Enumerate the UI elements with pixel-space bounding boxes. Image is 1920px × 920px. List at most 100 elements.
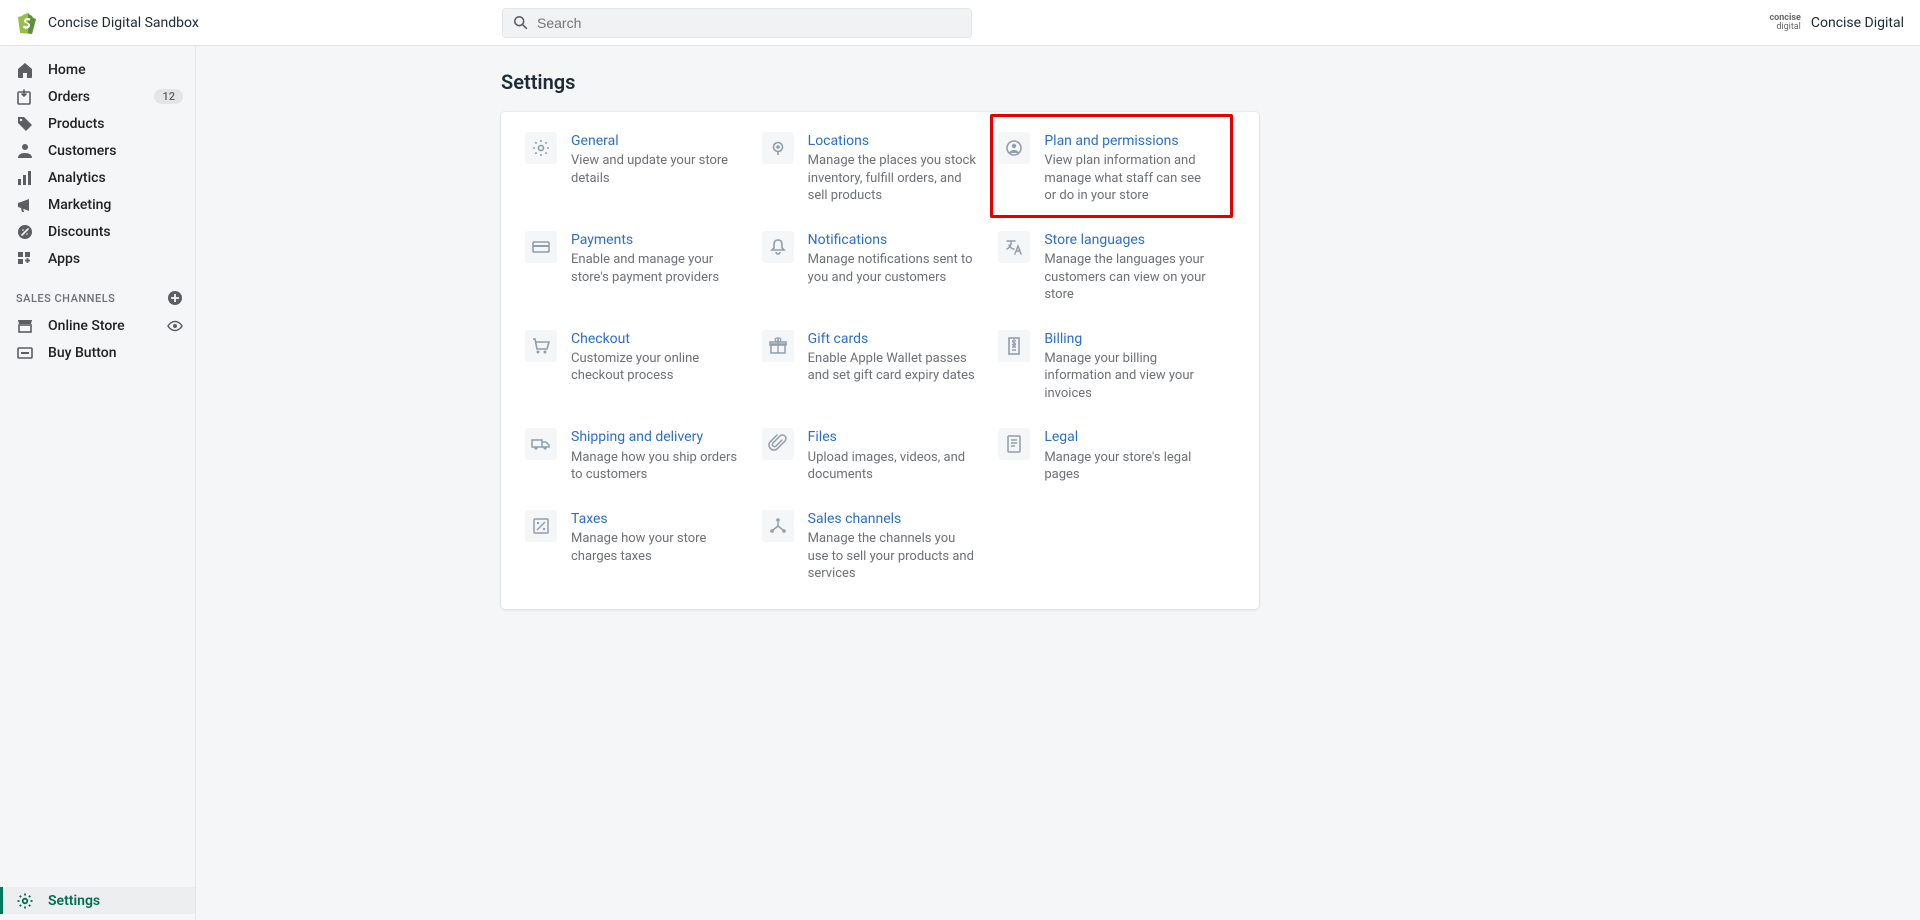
tag-icon	[16, 115, 34, 133]
setting-title[interactable]: Notifications	[808, 231, 978, 249]
setting-description: Manage notifications sent to you and you…	[808, 251, 978, 286]
setting-title[interactable]: Sales channels	[808, 510, 978, 528]
person-icon	[16, 142, 34, 160]
paperclip-icon	[762, 428, 794, 460]
sidebar-item-apps[interactable]: Apps	[0, 245, 195, 272]
setting-payments[interactable]: Payments Enable and manage your store's p…	[525, 231, 762, 304]
apps-icon	[16, 250, 34, 268]
sidebar-item-products[interactable]: Products	[0, 110, 195, 137]
setting-legal[interactable]: Legal Manage your store's legal pages	[998, 428, 1235, 483]
account-menu[interactable]: concise digital Concise Digital	[1769, 14, 1904, 32]
sidebar-item-buy_button[interactable]: Buy Button	[0, 339, 195, 366]
setting-description: Manage how your store charges taxes	[571, 530, 741, 565]
setting-general[interactable]: General View and update your store detail…	[525, 132, 762, 205]
gear-icon	[16, 892, 34, 910]
setting-title[interactable]: Plan and permissions	[1044, 132, 1214, 150]
setting-title[interactable]: Payments	[571, 231, 741, 249]
sidebar-item-label: Settings	[48, 893, 100, 909]
sidebar-item-discounts[interactable]: Discounts	[0, 218, 195, 245]
sidebar-item-customers[interactable]: Customers	[0, 137, 195, 164]
orders-icon	[16, 88, 34, 106]
sidebar-item-label: Buy Button	[48, 345, 117, 361]
sidebar-item-label: Home	[48, 62, 86, 78]
megaphone-icon	[16, 196, 34, 214]
setting-title[interactable]: Store languages	[1044, 231, 1214, 249]
channels-icon	[762, 510, 794, 542]
sidebar-item-orders[interactable]: Orders12	[0, 83, 195, 110]
translate-icon	[998, 231, 1030, 263]
setting-description: Manage how you ship orders to customers	[571, 449, 741, 484]
shopify-logo-icon	[16, 12, 36, 34]
sidebar-item-marketing[interactable]: Marketing	[0, 191, 195, 218]
setting-description: View plan information and manage what st…	[1044, 152, 1214, 205]
settings-card: General View and update your store detail…	[501, 112, 1259, 609]
pin-icon	[762, 132, 794, 164]
setting-description: Manage the channels you use to sell your…	[808, 530, 978, 583]
setting-description: Upload images, videos, and documents	[808, 449, 978, 484]
sidebar-item-home[interactable]: Home	[0, 56, 195, 83]
search-icon	[513, 15, 529, 31]
setting-shipping[interactable]: Shipping and delivery Manage how you ship…	[525, 428, 762, 483]
sidebar-item-label: Analytics	[48, 170, 106, 186]
add-channel-icon[interactable]	[167, 290, 183, 306]
usercircle-icon	[998, 132, 1030, 164]
sidebar-item-label: Discounts	[48, 224, 111, 240]
gift-icon	[762, 330, 794, 362]
search-input[interactable]	[537, 15, 961, 31]
setting-title[interactable]: Files	[808, 428, 978, 446]
sidebar-badge: 12	[154, 89, 183, 104]
percent-icon	[525, 510, 557, 542]
setting-notifications[interactable]: Notifications Manage notifications sent t…	[762, 231, 999, 304]
analytics-icon	[16, 169, 34, 187]
setting-title[interactable]: Gift cards	[808, 330, 978, 348]
truck-icon	[525, 428, 557, 460]
setting-title[interactable]: Locations	[808, 132, 978, 150]
setting-locations[interactable]: Locations Manage the places you stock inv…	[762, 132, 999, 205]
cart-icon	[525, 330, 557, 362]
setting-title[interactable]: General	[571, 132, 741, 150]
setting-description: Manage your billing information and view…	[1044, 350, 1214, 403]
sidebar-item-label: Customers	[48, 143, 116, 159]
setting-description: Customize your online checkout process	[571, 350, 741, 385]
setting-description: Manage your store's legal pages	[1044, 449, 1214, 484]
setting-languages[interactable]: Store languages Manage the languages your…	[998, 231, 1235, 304]
setting-title[interactable]: Taxes	[571, 510, 741, 528]
setting-title[interactable]: Legal	[1044, 428, 1214, 446]
eye-icon[interactable]	[167, 318, 183, 334]
setting-files[interactable]: Files Upload images, videos, and document…	[762, 428, 999, 483]
setting-title[interactable]: Checkout	[571, 330, 741, 348]
setting-description: Enable and manage your store's payment p…	[571, 251, 741, 286]
sales-channels-header: SALES CHANNELS	[16, 292, 115, 305]
setting-description: View and update your store details	[571, 152, 741, 187]
discount-icon	[16, 223, 34, 241]
sidebar-item-online_store[interactable]: Online Store	[0, 312, 195, 339]
sidebar-item-label: Marketing	[48, 197, 111, 213]
sidebar-item-label: Apps	[48, 251, 80, 267]
home-icon	[16, 61, 34, 79]
account-logo: concise digital	[1769, 14, 1800, 32]
top-bar: Concise Digital Sandbox concise digital …	[0, 0, 1920, 46]
sidebar-item-analytics[interactable]: Analytics	[0, 164, 195, 191]
account-name: Concise Digital	[1811, 15, 1904, 31]
setting-description: Enable Apple Wallet passes and set gift …	[808, 350, 978, 385]
setting-billing[interactable]: Billing Manage your billing information a…	[998, 330, 1235, 403]
store-icon	[16, 317, 34, 335]
sidebar-item-settings[interactable]: Settings	[0, 887, 195, 914]
setting-description: Manage the places you stock inventory, f…	[808, 152, 978, 205]
setting-saleschannels[interactable]: Sales channels Manage the channels you us…	[762, 510, 999, 583]
sidebar-item-label: Products	[48, 116, 105, 132]
gear-icon	[525, 132, 557, 164]
main-content: Settings GeneralView and update your sto…	[196, 46, 1920, 920]
setting-taxes[interactable]: Taxes Manage how your store charges taxes	[525, 510, 762, 583]
setting-giftcards[interactable]: Gift cards Enable Apple Wallet passes and…	[762, 330, 999, 403]
setting-title[interactable]: Billing	[1044, 330, 1214, 348]
receipt-icon	[998, 330, 1030, 362]
setting-plan[interactable]: Plan and permissions View plan informatio…	[998, 132, 1235, 205]
card-icon	[525, 231, 557, 263]
setting-description: Manage the languages your customers can …	[1044, 251, 1214, 304]
setting-title[interactable]: Shipping and delivery	[571, 428, 741, 446]
search-box[interactable]	[502, 8, 972, 38]
buybutton-icon	[16, 344, 34, 362]
setting-checkout[interactable]: Checkout Customize your online checkout p…	[525, 330, 762, 403]
store-name: Concise Digital Sandbox	[48, 15, 199, 31]
